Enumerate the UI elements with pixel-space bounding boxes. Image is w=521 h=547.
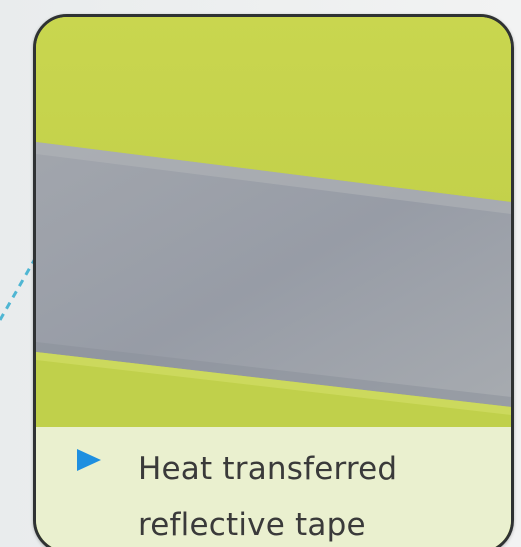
caption-label: Heat transferred reflective tape (138, 451, 398, 543)
play-triangle-icon (77, 449, 101, 471)
caption-bar: Heat transferred reflective tape (36, 427, 511, 547)
product-detail-panel: Heat transferred reflective tape (0, 0, 521, 547)
reflective-tape-photo (36, 17, 511, 427)
callout-card: Heat transferred reflective tape (33, 14, 514, 547)
